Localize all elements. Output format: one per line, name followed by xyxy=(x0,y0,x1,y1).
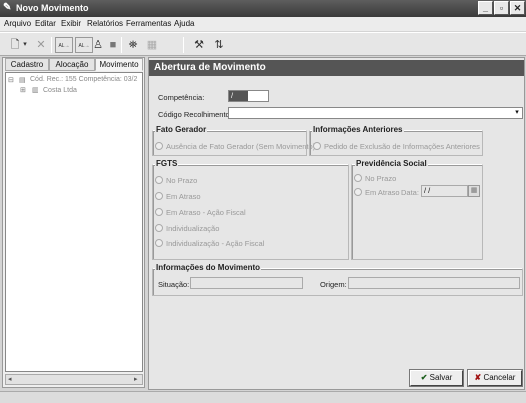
tools-icon[interactable]: ⚒ xyxy=(190,37,208,53)
calculator-icon[interactable]: ▦ xyxy=(143,37,161,53)
sort-icon[interactable]: ⇅ xyxy=(210,37,228,53)
codigo-recolhimento-select[interactable] xyxy=(228,107,523,119)
competencia-label: Competência: xyxy=(158,93,205,102)
menu-relatorios[interactable]: Relatórios xyxy=(87,19,123,28)
fgts-title: FGTS xyxy=(155,159,179,168)
app-icon: ✎ xyxy=(3,2,12,13)
binoculars-icon[interactable]: ⛯ xyxy=(124,37,142,53)
cancel-x-icon: ✘ xyxy=(474,373,482,382)
situacao-label: Situação: xyxy=(158,280,190,289)
form-header: Abertura de Movimento xyxy=(149,60,524,76)
tree-item-company[interactable]: Costa Ltda xyxy=(43,87,77,94)
codigo-recolhimento-label: Código Recolhimento: xyxy=(158,110,232,119)
expand-icon[interactable]: ⊟ xyxy=(8,76,14,84)
menu-ferramentas[interactable]: Ferramentas xyxy=(126,19,171,28)
text-small-icon[interactable]: AL→ xyxy=(55,37,73,53)
menu-ajuda[interactable]: Ajuda xyxy=(174,19,194,28)
expand-icon[interactable]: ⊞ xyxy=(20,86,26,94)
calendar-icon[interactable]: ▦ xyxy=(468,185,480,197)
building-icon: ▥ xyxy=(32,87,39,94)
situacao-field[interactable] xyxy=(190,277,303,289)
informacoes-anteriores-title: Informações Anteriores xyxy=(312,125,404,134)
origem-label: Origem: xyxy=(320,280,347,289)
cancel-button[interactable]: ✘ Cancelar xyxy=(467,369,523,387)
toolbar-separator xyxy=(51,37,52,53)
prev-data-label: Data: xyxy=(401,188,419,197)
origem-field[interactable] xyxy=(348,277,520,289)
prev-no-prazo-radio[interactable] xyxy=(354,174,362,182)
minimize-button[interactable]: _ xyxy=(478,1,493,15)
fgts-individualizacao-label: Individualização xyxy=(166,224,220,233)
fgts-em-atraso-label: Em Atraso xyxy=(166,192,201,201)
window-title: Novo Movimento xyxy=(16,3,89,13)
close-button[interactable]: ✕ xyxy=(510,1,525,15)
exclusao-label: Pedido de Exclusão de Informações Anteri… xyxy=(324,142,480,151)
save-button[interactable]: ✔ Salvar xyxy=(409,369,464,387)
movement-tree[interactable]: ⊟ ▤ Cód. Rec.: 155 Competência: 03/2 ⊞ ▥… xyxy=(5,72,143,372)
save-button-label: Salvar xyxy=(429,373,453,382)
fgts-no-prazo-radio[interactable] xyxy=(155,176,163,184)
fgts-individualizacao-acao-fiscal-radio[interactable] xyxy=(155,239,163,247)
toolbar-separator xyxy=(183,37,184,53)
prev-em-atraso-label: Em Atraso xyxy=(365,188,400,197)
fgts-acao-fiscal-label: Em Atraso - Ação Fiscal xyxy=(166,208,246,217)
dropdown-arrow-icon[interactable]: ▾ xyxy=(20,37,30,53)
delete-icon[interactable]: ✕ xyxy=(32,37,50,53)
navigation-panel: Cadastro Alocação Movimento ⊟ ▤ Cód. Rec… xyxy=(2,57,145,388)
exclusao-radio[interactable] xyxy=(313,142,321,150)
prev-no-prazo-label: No Prazo xyxy=(365,174,397,183)
stop-icon[interactable]: ■ xyxy=(104,37,122,53)
form-panel: Abertura de Movimento Competência: / Cód… xyxy=(148,57,525,390)
menu-bar: Arquivo Editar Exibir Relatórios Ferrame… xyxy=(0,17,526,31)
menu-editar[interactable]: Editar xyxy=(35,19,56,28)
horizontal-scrollbar[interactable]: ◂ ▸ xyxy=(5,374,143,385)
scroll-left-icon[interactable]: ◂ xyxy=(8,375,12,383)
informacoes-movimento-title: Informações do Movimento xyxy=(155,263,262,272)
toolbar: 🗋 ▾ ✕ AL→ AL→ ♙ ■ ⛯ ▦ ⚒ ⇅ xyxy=(0,32,526,56)
sem-movimento-radio[interactable] xyxy=(155,142,163,150)
cancel-button-label: Cancelar xyxy=(483,373,516,382)
checkmark-icon: ✔ xyxy=(420,373,428,382)
tab-cadastro[interactable]: Cadastro xyxy=(5,58,49,71)
chevron-down-icon[interactable]: ▾ xyxy=(512,108,522,118)
scroll-right-icon[interactable]: ▸ xyxy=(134,375,138,383)
tree-item-competencia[interactable]: Cód. Rec.: 155 Competência: 03/2 xyxy=(30,76,137,83)
tab-alocacao[interactable]: Alocação xyxy=(49,58,95,71)
fgts-acao-fiscal-radio[interactable] xyxy=(155,208,163,216)
folder-icon: ▤ xyxy=(19,77,26,84)
fato-gerador-title: Fato Gerador xyxy=(155,125,208,134)
previdencia-title: Previdência Social xyxy=(355,159,428,168)
status-bar xyxy=(0,391,526,403)
sem-movimento-label: Ausência de Fato Gerador (Sem Movimento) xyxy=(166,142,316,151)
prev-data-field[interactable]: / / xyxy=(421,185,468,197)
tab-movimento[interactable]: Movimento xyxy=(95,58,143,71)
maximize-button[interactable]: ▫ xyxy=(494,1,509,15)
competencia-field[interactable]: / xyxy=(228,90,269,102)
fgts-em-atraso-radio[interactable] xyxy=(155,192,163,200)
toolbar-separator xyxy=(121,37,122,53)
menu-arquivo[interactable]: Arquivo xyxy=(4,19,31,28)
title-bar: ✎ Novo Movimento _ ▫ ✕ xyxy=(0,0,526,17)
fgts-individualizacao-radio[interactable] xyxy=(155,224,163,232)
fgts-individualizacao-acao-fiscal-label: Individualização - Ação Fiscal xyxy=(166,239,265,248)
fgts-no-prazo-label: No Prazo xyxy=(166,176,198,185)
prev-em-atraso-radio[interactable] xyxy=(354,188,362,196)
menu-exibir[interactable]: Exibir xyxy=(61,19,81,28)
